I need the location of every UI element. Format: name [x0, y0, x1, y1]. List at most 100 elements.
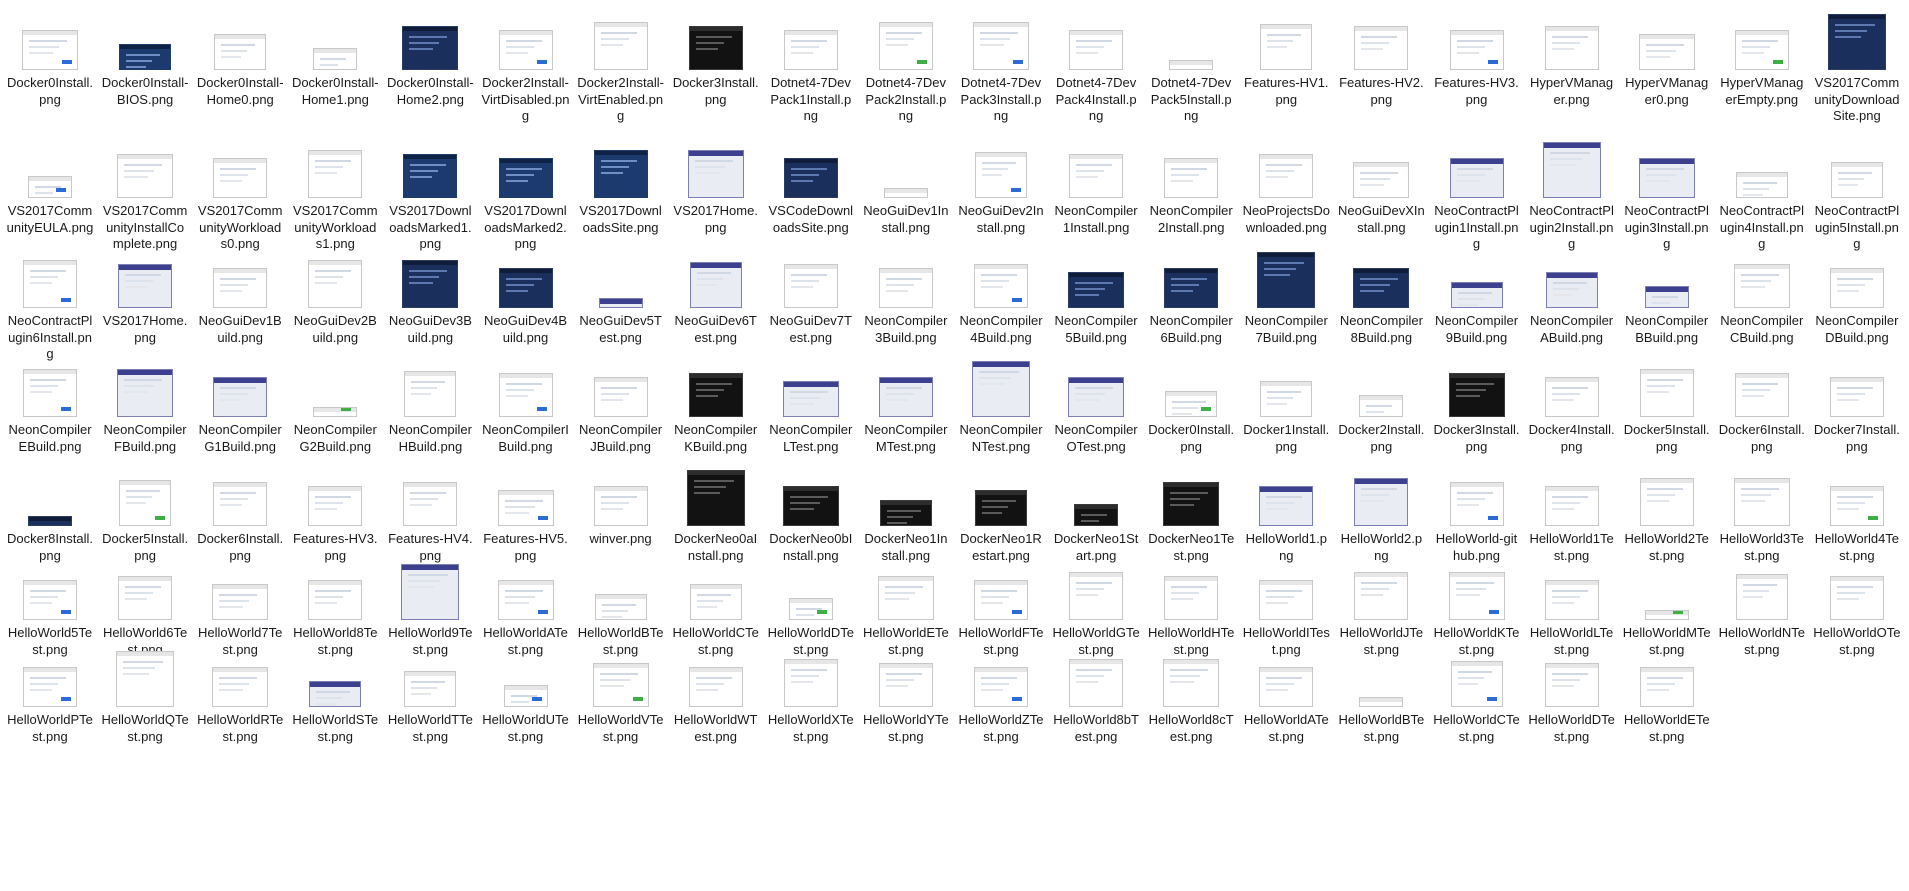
file-item[interactable]: HelloWorldVTest.png: [577, 651, 665, 745]
file-item[interactable]: Docker0Install.png: [1147, 361, 1235, 455]
file-item[interactable]: NeonCompilerMTest.png: [862, 361, 950, 455]
file-item[interactable]: Features-HV1.png: [1242, 14, 1330, 108]
file-item[interactable]: HelloWorld8Test.png: [291, 564, 379, 658]
file-item[interactable]: VS2017Home.png: [101, 252, 189, 346]
file-item[interactable]: HelloWorldDTest.png: [767, 564, 855, 658]
file-item[interactable]: NeoGuiDev1Build.png: [196, 252, 284, 346]
file-item[interactable]: NeoGuiDev1Install.png: [862, 142, 950, 236]
file-item[interactable]: NeonCompilerLTest.png: [767, 361, 855, 455]
file-item[interactable]: NeoGuiDev5Test.png: [577, 252, 665, 346]
file-item[interactable]: HelloWorldLTest.png: [1528, 564, 1616, 658]
file-item[interactable]: NeoContractPlugin5Install.png: [1813, 142, 1901, 253]
file-item[interactable]: Docker0Install.png: [6, 14, 94, 108]
file-item[interactable]: NeoGuiDevXInstall.png: [1337, 142, 1425, 236]
file-item[interactable]: Docker0Install-Home0.png: [196, 14, 284, 108]
file-item[interactable]: NeoContractPlugin4Install.png: [1718, 142, 1806, 253]
file-item[interactable]: NeonCompiler7Build.png: [1242, 252, 1330, 346]
file-item[interactable]: HelloWorldPTest.png: [6, 651, 94, 745]
file-item[interactable]: NeoGuiDev7Test.png: [767, 252, 855, 346]
file-item[interactable]: HelloWorldYTest.png: [862, 651, 950, 745]
file-item[interactable]: HelloWorldCTest.png: [1433, 651, 1521, 745]
file-item[interactable]: NeonCompiler1Install.png: [1052, 142, 1140, 236]
file-item[interactable]: Docker0Install-BIOS.png: [101, 14, 189, 108]
file-item[interactable]: VSCodeDownloadsSite.png: [767, 142, 855, 236]
file-item[interactable]: Docker2Install.png: [1337, 361, 1425, 455]
file-item[interactable]: Features-HV2.png: [1337, 14, 1425, 108]
file-item[interactable]: HelloWorldTTest.png: [386, 651, 474, 745]
file-item[interactable]: Dotnet4-7DevPack2Install.png: [862, 14, 950, 125]
file-item[interactable]: VS2017CommunityInstallComplete.png: [101, 142, 189, 253]
file-item[interactable]: NeonCompilerFBuild.png: [101, 361, 189, 455]
file-item[interactable]: HelloWorldETest.png: [1623, 651, 1711, 745]
file-item[interactable]: HelloWorld5Test.png: [6, 564, 94, 658]
file-item[interactable]: NeonCompiler8Build.png: [1337, 252, 1425, 346]
file-item[interactable]: HelloWorldSTest.png: [291, 651, 379, 745]
file-item[interactable]: Docker8Install.png: [6, 470, 94, 564]
file-item[interactable]: HelloWorldBTest.png: [577, 564, 665, 658]
file-item[interactable]: HelloWorldXTest.png: [767, 651, 855, 745]
file-item[interactable]: HelloWorld2.png: [1337, 470, 1425, 564]
file-item[interactable]: HyperVManager.png: [1528, 14, 1616, 108]
file-item[interactable]: NeonCompiler4Build.png: [957, 252, 1045, 346]
file-item[interactable]: HelloWorld-github.png: [1433, 470, 1521, 564]
file-item[interactable]: HelloWorldJTest.png: [1337, 564, 1425, 658]
file-item[interactable]: DockerNeo1Test.png: [1147, 470, 1235, 564]
file-item[interactable]: Features-HV4.png: [386, 470, 474, 564]
file-item[interactable]: Docker1Install.png: [1242, 361, 1330, 455]
file-item[interactable]: HelloWorldATest.png: [482, 564, 570, 658]
file-item[interactable]: Docker6Install.png: [1718, 361, 1806, 455]
file-item[interactable]: Docker3Install.png: [1433, 361, 1521, 455]
file-item[interactable]: NeonCompilerDBuild.png: [1813, 252, 1901, 346]
file-item[interactable]: HelloWorld6Test.png: [101, 564, 189, 658]
file-item[interactable]: HelloWorldATest.png: [1242, 651, 1330, 745]
file-item[interactable]: HelloWorld4Test.png: [1813, 470, 1901, 564]
file-item[interactable]: NeonCompilerG2Build.png: [291, 361, 379, 455]
file-item[interactable]: NeoGuiDev3Build.png: [386, 252, 474, 346]
file-item[interactable]: Features-HV3.png: [1433, 14, 1521, 108]
file-item[interactable]: Dotnet4-7DevPack4Install.png: [1052, 14, 1140, 125]
file-item[interactable]: HelloWorldZTest.png: [957, 651, 1045, 745]
file-item[interactable]: HyperVManager0.png: [1623, 14, 1711, 108]
file-item[interactable]: NeonCompilerG1Build.png: [196, 361, 284, 455]
file-item[interactable]: HelloWorldWTest.png: [672, 651, 760, 745]
file-item[interactable]: NeoContractPlugin2Install.png: [1528, 142, 1616, 253]
file-item[interactable]: Docker5Install.png: [101, 470, 189, 564]
file-item[interactable]: HelloWorld1.png: [1242, 470, 1330, 564]
file-item[interactable]: VS2017CommunityWorkloads1.png: [291, 142, 379, 253]
file-item[interactable]: DockerNeo1Install.png: [862, 470, 950, 564]
file-item[interactable]: HelloWorldDTest.png: [1528, 651, 1616, 745]
file-item[interactable]: Docker2Install-VirtEnabled.png: [577, 14, 665, 125]
file-item[interactable]: HelloWorld9Test.png: [386, 564, 474, 658]
file-item[interactable]: VS2017DownloadsMarked1.png: [386, 142, 474, 253]
file-item[interactable]: HelloWorldOTest.png: [1813, 564, 1901, 658]
file-item[interactable]: Docker7Install.png: [1813, 361, 1901, 455]
file-item[interactable]: HelloWorldETest.png: [862, 564, 950, 658]
file-item[interactable]: NeoGuiDev2Install.png: [957, 142, 1045, 236]
file-item[interactable]: Docker3Install.png: [672, 14, 760, 108]
file-item[interactable]: HelloWorldITest.png: [1242, 564, 1330, 658]
file-item[interactable]: Docker2Install-VirtDisabled.png: [482, 14, 570, 125]
file-item[interactable]: DockerNeo1Restart.png: [957, 470, 1045, 564]
file-item[interactable]: NeonCompilerNTest.png: [957, 361, 1045, 455]
file-item[interactable]: HelloWorld2Test.png: [1623, 470, 1711, 564]
file-item[interactable]: NeonCompilerABuild.png: [1528, 252, 1616, 346]
file-item[interactable]: NeonCompilerEBuild.png: [6, 361, 94, 455]
file-item[interactable]: NeonCompiler5Build.png: [1052, 252, 1140, 346]
file-item[interactable]: VS2017CommunityEULA.png: [6, 142, 94, 236]
file-item[interactable]: NeonCompilerIBuild.png: [482, 361, 570, 455]
file-item[interactable]: Docker5Install.png: [1623, 361, 1711, 455]
file-item[interactable]: Docker4Install.png: [1528, 361, 1616, 455]
file-item[interactable]: VS2017DownloadsSite.png: [577, 142, 665, 236]
file-item[interactable]: Docker6Install.png: [196, 470, 284, 564]
file-item[interactable]: NeoContractPlugin3Install.png: [1623, 142, 1711, 253]
file-item[interactable]: VS2017CommunityWorkloads0.png: [196, 142, 284, 253]
file-item[interactable]: Docker0Install-Home2.png: [386, 14, 474, 108]
file-item[interactable]: HelloWorldHTest.png: [1147, 564, 1235, 658]
file-item[interactable]: HelloWorld3Test.png: [1718, 470, 1806, 564]
file-item[interactable]: NeonCompiler6Build.png: [1147, 252, 1235, 346]
file-item[interactable]: HelloWorldGTest.png: [1052, 564, 1140, 658]
file-item[interactable]: NeoGuiDev4Build.png: [482, 252, 570, 346]
file-item[interactable]: NeonCompiler3Build.png: [862, 252, 950, 346]
file-item[interactable]: NeonCompiler2Install.png: [1147, 142, 1235, 236]
file-item[interactable]: HelloWorldFTest.png: [957, 564, 1045, 658]
